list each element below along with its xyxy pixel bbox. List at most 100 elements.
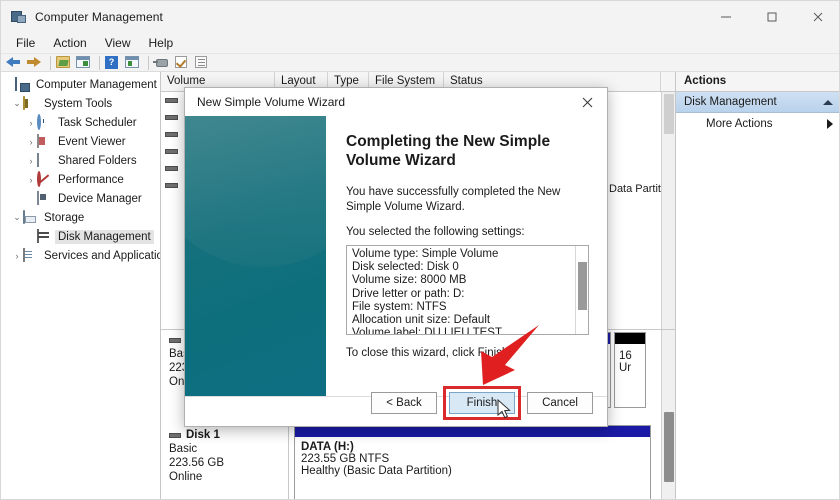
tree-item-shared-folders[interactable]: › Shared Folders	[1, 151, 160, 170]
actions-group-disk-management[interactable]: Disk Management	[676, 92, 840, 113]
scrollbar-thumb[interactable]	[664, 412, 674, 482]
red-arrow-annotation-icon	[453, 321, 545, 398]
close-button[interactable]	[795, 1, 840, 32]
console-tree: Computer Management (Local) ⌄ System Too…	[1, 72, 161, 500]
partition-bar	[615, 333, 645, 344]
system-tools-icon	[23, 97, 37, 111]
mouse-cursor-icon	[497, 399, 513, 426]
disk1-partition-data[interactable]: DATA (H:) 223.55 GB NTFS Healthy (Basic …	[294, 425, 651, 500]
volume-icon	[165, 183, 178, 188]
chevron-down-icon[interactable]: ⌄	[11, 98, 23, 109]
actions-item-more-actions[interactable]: More Actions	[676, 113, 840, 134]
partition-name: DATA (H:)	[301, 441, 644, 453]
disk-icon	[169, 338, 181, 343]
properties-window-icon[interactable]	[124, 55, 141, 71]
dialog-title: New Simple Volume Wizard	[197, 95, 345, 109]
title-bar: Computer Management	[1, 1, 840, 32]
tree-item-label: System Tools	[41, 97, 115, 111]
tree-item-label: Shared Folders	[55, 154, 140, 168]
help-icon[interactable]: ?	[104, 55, 121, 71]
storage-icon	[23, 211, 37, 225]
actions-group-label: Disk Management	[684, 96, 777, 108]
volume-icon	[165, 132, 178, 137]
disk1-name: Disk 1	[186, 429, 220, 441]
chevron-right-icon[interactable]	[827, 119, 833, 129]
minimize-button[interactable]	[703, 1, 749, 32]
partition-bar	[295, 426, 650, 437]
partition-status: Healthy (Basic Data Partition)	[301, 465, 644, 477]
partition-size: 223.55 GB NTFS	[301, 453, 644, 465]
setting-file-system: File system: NTFS	[352, 302, 583, 314]
maximize-button[interactable]	[749, 1, 795, 32]
tree-item-disk-management[interactable]: Disk Management	[1, 227, 160, 246]
chevron-right-icon[interactable]: ›	[25, 137, 37, 147]
check-icon[interactable]	[173, 55, 190, 71]
volume-list-scrollbar[interactable]	[661, 92, 675, 330]
clock-icon	[37, 116, 51, 130]
tree-item-services-and-applications[interactable]: › Services and Applications	[1, 246, 160, 265]
dialog-title-bar: New Simple Volume Wizard	[185, 88, 607, 116]
disk0-partition-right-2[interactable]: 16 Ur	[614, 332, 646, 408]
shared-folders-icon	[37, 154, 51, 168]
setting-volume-type: Volume type: Simple Volume	[352, 249, 583, 261]
actions-item-label: More Actions	[706, 118, 772, 130]
scrollbar-thumb[interactable]	[578, 262, 587, 310]
tree-item-device-manager[interactable]: Device Manager	[1, 189, 160, 208]
tree-item-label: Event Viewer	[55, 135, 129, 149]
chevron-right-icon[interactable]: ›	[25, 118, 37, 128]
dialog-close-icon[interactable]	[567, 88, 607, 116]
back-button[interactable]: < Back	[371, 392, 437, 414]
dialog-footer: < Back Finish Cancel	[185, 396, 607, 426]
actions-pane: Actions Disk Management More Actions	[675, 72, 840, 500]
toolbar-separator-2	[99, 56, 100, 70]
settings-scrollbar[interactable]	[575, 246, 588, 334]
chevron-right-icon[interactable]: ›	[25, 156, 37, 166]
window-title: Computer Management	[35, 10, 163, 24]
chevron-up-icon[interactable]	[823, 100, 833, 105]
disk1-status: Online	[169, 471, 280, 483]
tree-item-label: Services and Applications	[41, 249, 161, 263]
computer-management-icon	[11, 9, 27, 25]
forward-arrow-icon[interactable]	[26, 55, 43, 71]
computer-icon	[15, 78, 29, 92]
list-icon[interactable]	[193, 55, 210, 71]
tree-item-label: Disk Management	[55, 230, 154, 244]
scrollbar-thumb[interactable]	[664, 94, 674, 134]
toolbar-separator-3	[148, 56, 149, 70]
up-folder-icon[interactable]	[55, 55, 72, 71]
chevron-down-icon[interactable]: ⌄	[11, 212, 23, 223]
menu-file[interactable]: File	[7, 34, 44, 52]
setting-volume-size: Volume size: 8000 MB	[352, 275, 583, 287]
computer-management-window: Computer Management File Action View Hel…	[0, 0, 840, 500]
back-arrow-icon[interactable]	[6, 55, 23, 71]
tree-item-task-scheduler[interactable]: › Task Scheduler	[1, 113, 160, 132]
disk1-title: Disk 1	[169, 429, 280, 441]
tree-item-system-tools[interactable]: ⌄ System Tools	[1, 94, 160, 113]
partition-text: DATA (H:) 223.55 GB NTFS Healthy (Basic …	[295, 437, 650, 481]
show-hide-console-tree-icon[interactable]	[75, 55, 92, 71]
volume-icon	[165, 115, 178, 120]
menu-help[interactable]: Help	[140, 34, 183, 52]
chevron-right-icon[interactable]: ›	[11, 251, 23, 261]
toolbar-separator-1	[50, 56, 51, 70]
event-viewer-icon	[37, 135, 51, 149]
setting-disk-selected: Disk selected: Disk 0	[352, 262, 583, 274]
tree-item-event-viewer[interactable]: › Event Viewer	[1, 132, 160, 151]
menu-action[interactable]: Action	[44, 34, 95, 52]
toolbar: ?	[1, 54, 840, 72]
tree-item-performance[interactable]: › Performance	[1, 170, 160, 189]
disk-view-scrollbar[interactable]	[661, 330, 675, 500]
disk0-p2-size: 16	[619, 350, 641, 362]
disk1-info: Disk 1 Basic 223.56 GB Online	[161, 425, 289, 500]
partition-text: 16 Ur	[615, 344, 645, 380]
connect-icon[interactable]	[153, 55, 170, 71]
dialog-paragraph-1: You have successfully completed the New …	[346, 185, 589, 216]
tree-item-storage[interactable]: ⌄ Storage	[1, 208, 160, 227]
device-manager-icon	[37, 192, 51, 206]
performance-icon	[37, 173, 51, 187]
dialog-paragraph-2: You selected the following settings:	[346, 225, 589, 241]
menu-view[interactable]: View	[96, 34, 140, 52]
disk-block-disk1[interactable]: Disk 1 Basic 223.56 GB Online DATA (H:) …	[161, 425, 661, 500]
tree-item-computer-management[interactable]: Computer Management (Local)	[1, 75, 160, 94]
chevron-right-icon[interactable]: ›	[25, 175, 37, 185]
